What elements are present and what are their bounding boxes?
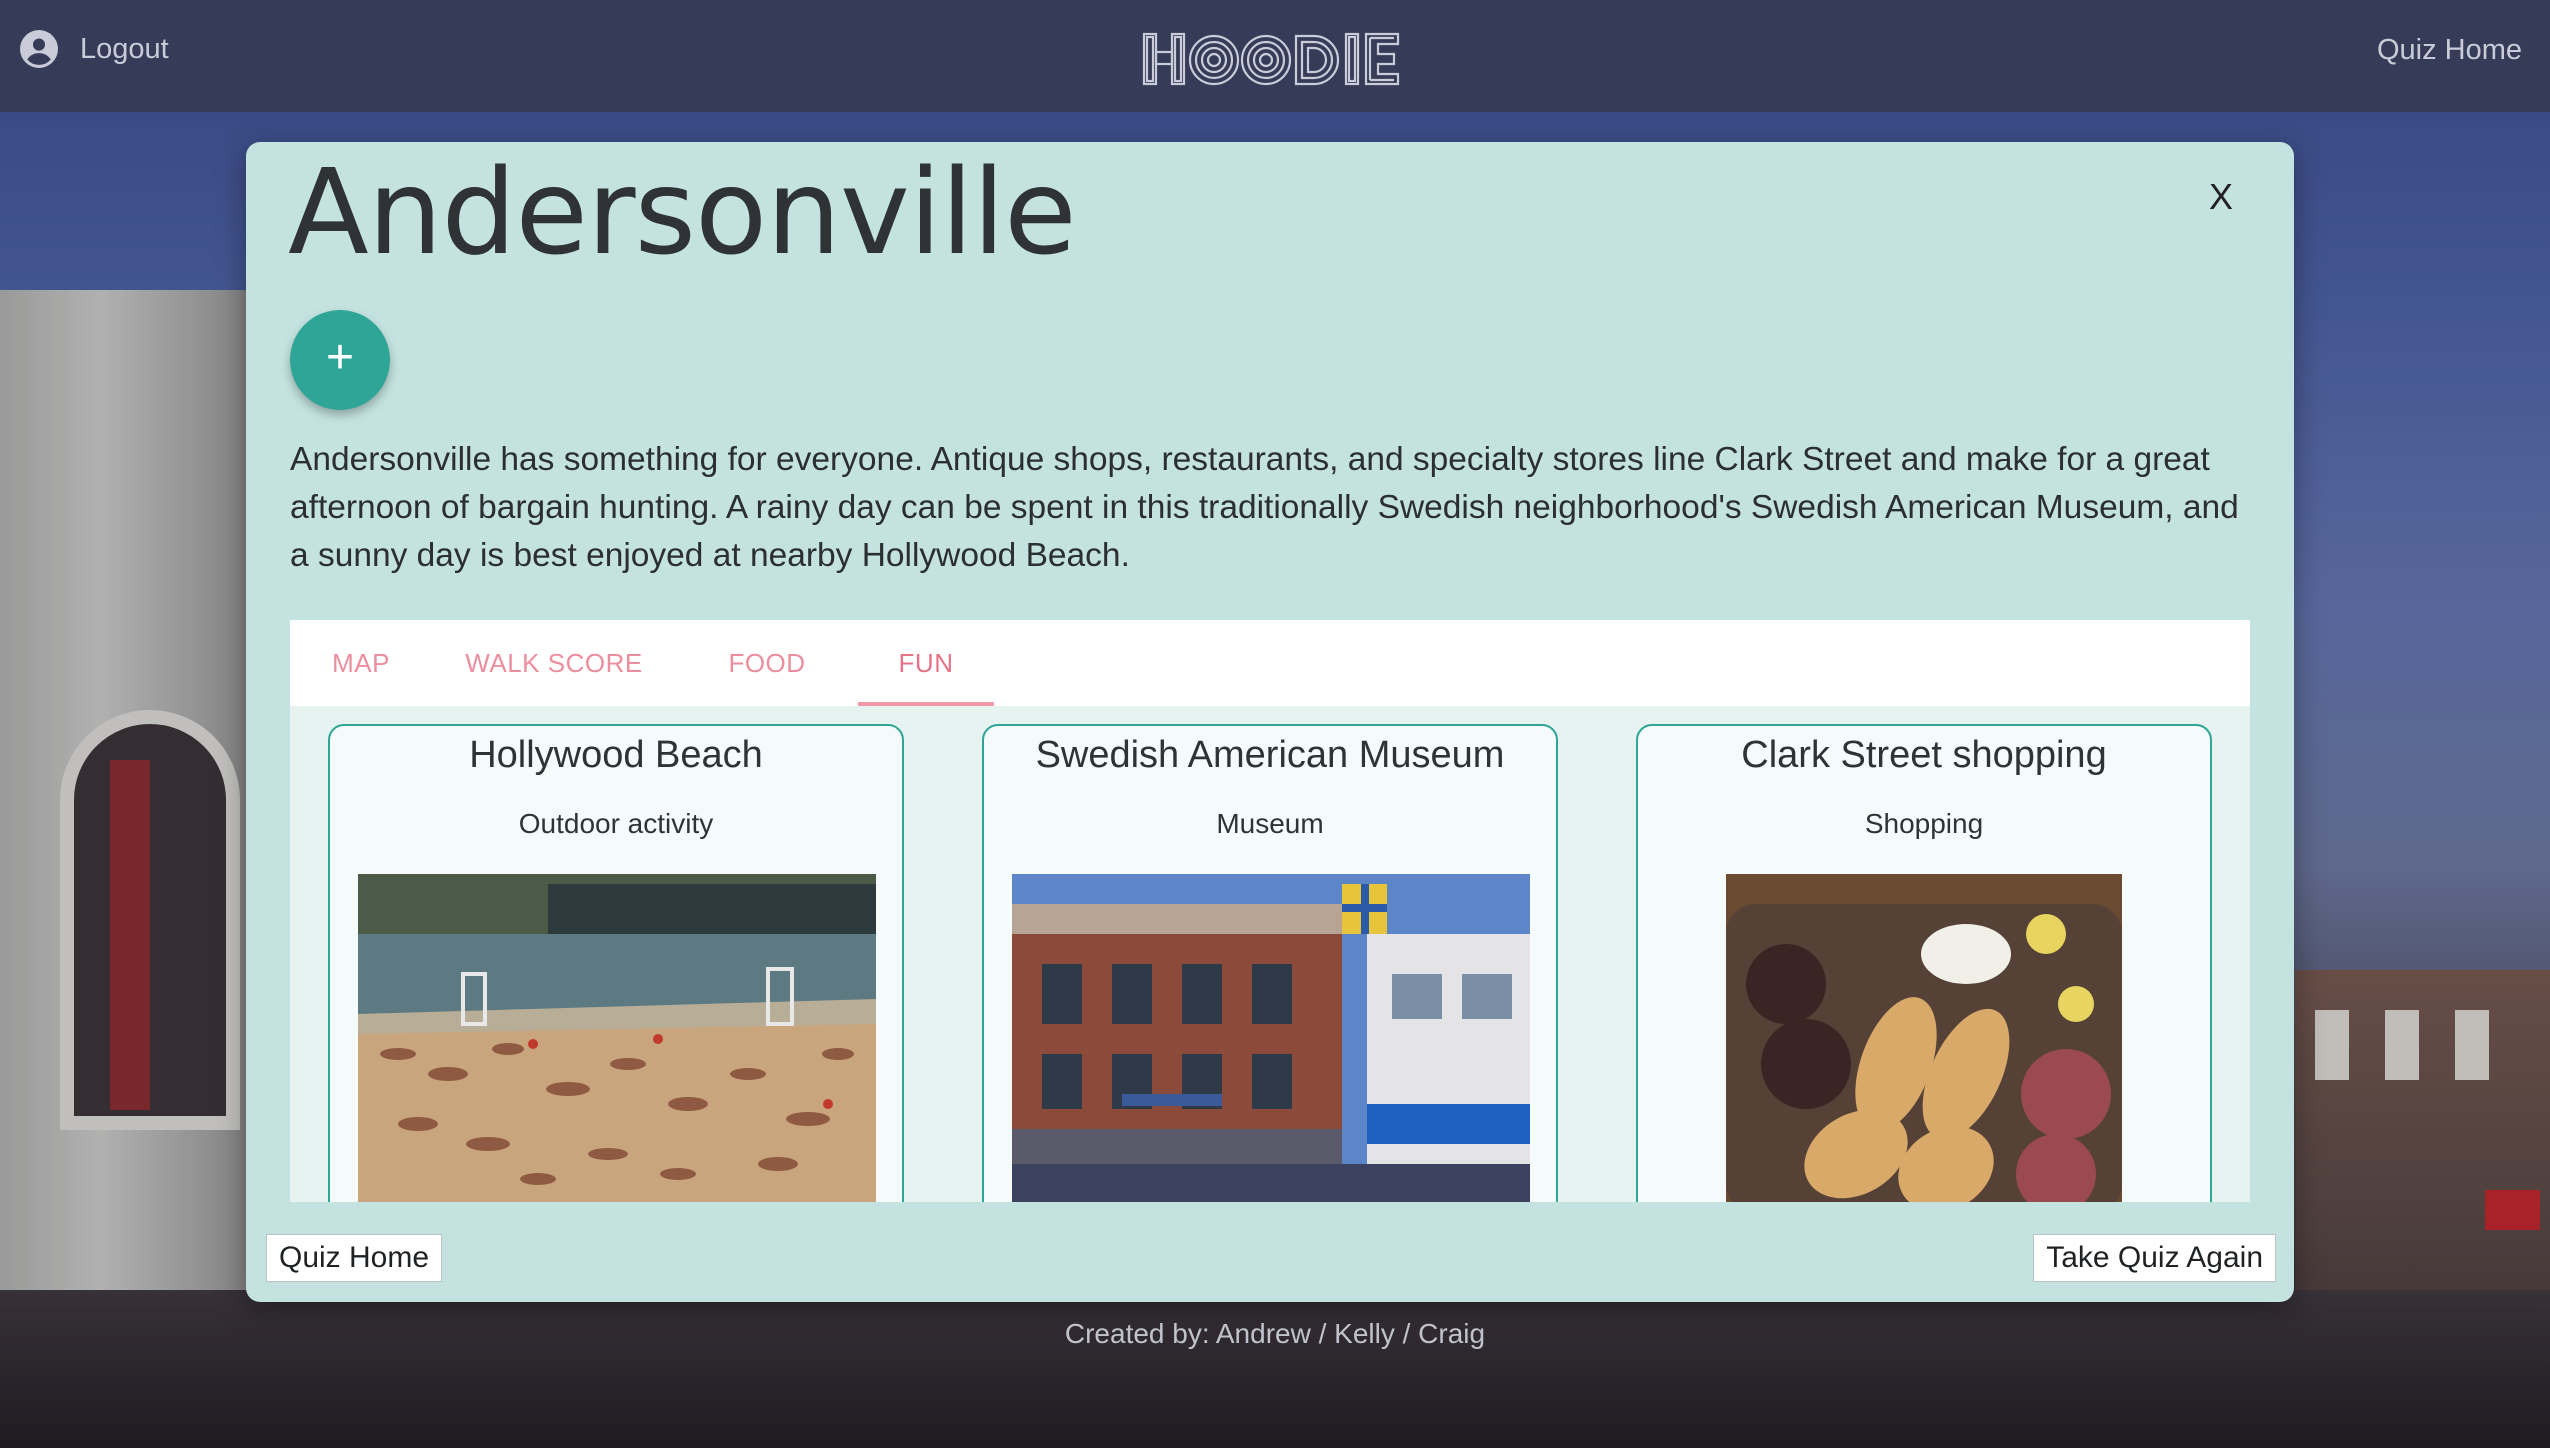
activity-card-subtitle: Museum — [1216, 808, 1324, 839]
take-quiz-again-button[interactable]: Take Quiz Again — [2033, 1234, 2276, 1282]
activity-card-subtitle: Shopping — [1864, 808, 1984, 839]
logout-label: Logout — [80, 32, 169, 65]
activity-card-title: Hollywood Beach — [469, 734, 763, 776]
quiz-home-nav-link[interactable]: Quiz Home — [2377, 34, 2522, 67]
activity-card[interactable]: Hollywood Beach Outdoor activity — [328, 724, 904, 1202]
activity-card-title: Swedish American Museum — [1035, 734, 1505, 776]
beach-photo — [358, 874, 876, 1202]
tab-food[interactable]: FOOD — [676, 620, 858, 706]
logout-link[interactable]: Logout — [20, 30, 169, 68]
activity-card-subtitle: Outdoor activity — [518, 808, 714, 839]
activity-card[interactable]: Clark Street shopping Shopping — [1636, 724, 2212, 1202]
account-circle-icon — [20, 30, 58, 68]
activity-card[interactable]: Swedish American Museum Museum — [982, 724, 1558, 1202]
tab-fun[interactable]: FUN — [858, 620, 994, 706]
neighborhood-description: Andersonville has something for everyone… — [290, 441, 2239, 574]
tab-walk-score[interactable]: WALK SCORE — [432, 620, 676, 706]
charcuterie-board-photo — [1726, 874, 2122, 1202]
quiz-home-button[interactable]: Quiz Home — [266, 1234, 443, 1282]
neighborhood-modal: Andersonville X + Andersonville has some… — [246, 142, 2294, 1302]
hoodie-logo[interactable] — [1142, 30, 1400, 88]
add-favorite-button[interactable]: + — [290, 310, 390, 410]
activity-card-title: Clark Street shopping — [1741, 734, 2107, 776]
tab-bar: MAP WALK SCORE FOOD FUN — [290, 620, 2250, 706]
tabs-panel: MAP WALK SCORE FOOD FUN Hollywood Beach … — [290, 620, 2250, 1202]
museum-building-photo — [1012, 874, 1530, 1202]
neighborhood-title: Andersonville — [288, 143, 1077, 281]
footer-credits: Created by: Andrew / Kelly / Craig — [1064, 1318, 1486, 1349]
top-navbar: Logout Quiz Home — [0, 0, 2550, 112]
close-button[interactable]: X — [2196, 172, 2246, 222]
active-tab-indicator — [858, 702, 994, 706]
tab-map[interactable]: MAP — [290, 620, 432, 706]
